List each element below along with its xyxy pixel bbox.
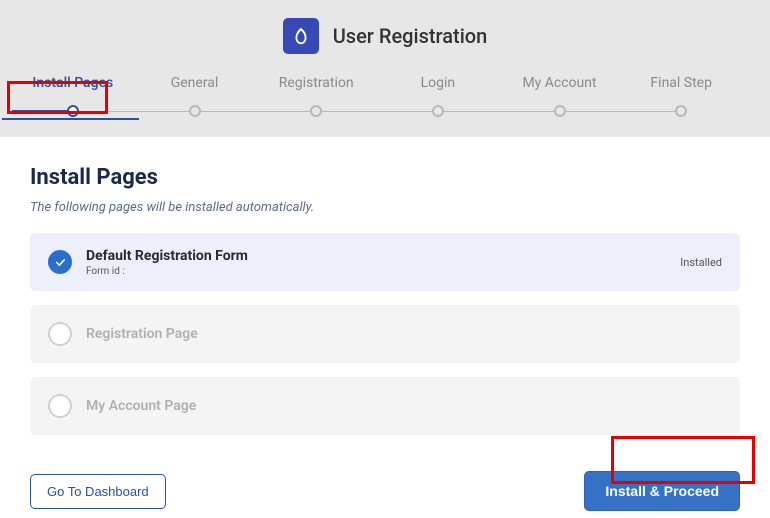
step-dot-icon [67, 105, 79, 117]
check-icon [48, 322, 72, 346]
page-subtitle: The following pages will be installed au… [30, 200, 740, 215]
step-general[interactable]: General [134, 72, 256, 119]
step-dot-icon [189, 105, 201, 117]
step-dot-icon [675, 105, 687, 117]
item-title: Registration Page [86, 326, 722, 342]
actions-row: Go To Dashboard Install & Proceed [30, 449, 740, 511]
item-title: Default Registration Form [86, 248, 666, 264]
go-to-dashboard-button[interactable]: Go To Dashboard [30, 474, 166, 509]
step-install-pages[interactable]: Install Pages [12, 72, 134, 119]
item-title: My Account Page [86, 398, 722, 414]
step-final[interactable]: Final Step [620, 72, 742, 119]
check-icon [48, 394, 72, 418]
app-title: User Registration [333, 24, 488, 48]
step-label: Registration [279, 75, 354, 105]
check-icon [48, 250, 72, 274]
step-label: Final Step [650, 75, 712, 105]
page-heading: Install Pages [30, 165, 740, 190]
item-subtitle: Form id : [86, 266, 666, 277]
main-content: Install Pages The following pages will b… [0, 137, 770, 511]
app-header: User Registration [0, 10, 770, 72]
install-item-my-account-page[interactable]: My Account Page [30, 377, 740, 435]
install-proceed-button[interactable]: Install & Proceed [584, 471, 740, 511]
step-label: Login [421, 75, 456, 105]
step-label: Install Pages [32, 75, 113, 105]
step-registration[interactable]: Registration [255, 72, 377, 119]
install-item-default-registration-form[interactable]: Default Registration Form Form id : Inst… [30, 233, 740, 291]
install-item-registration-page[interactable]: Registration Page [30, 305, 740, 363]
step-login[interactable]: Login [377, 72, 499, 119]
stepper: Install Pages General Registration Login [0, 72, 770, 137]
step-my-account[interactable]: My Account [499, 72, 621, 119]
step-dot-icon [432, 105, 444, 117]
step-dot-icon [554, 105, 566, 117]
app-logo-icon [283, 18, 319, 54]
step-label: My Account [522, 75, 596, 105]
step-label: General [171, 75, 219, 105]
item-status: Installed [680, 256, 722, 269]
step-dot-icon [310, 105, 322, 117]
